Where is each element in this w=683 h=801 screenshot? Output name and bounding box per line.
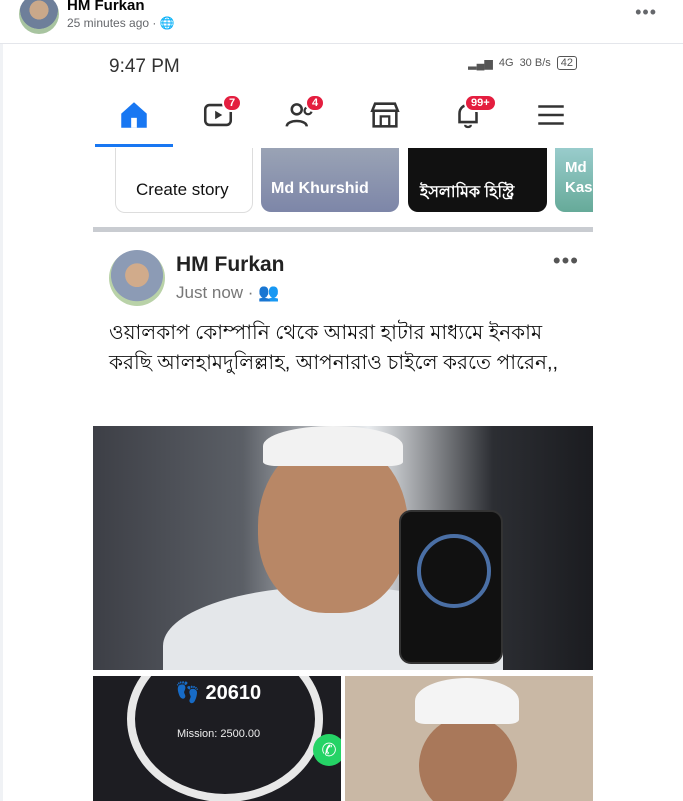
nav-menu[interactable]: [521, 90, 581, 140]
nav-friends[interactable]: 4: [271, 90, 331, 140]
post-text: ওয়ালকাপ কোম্পানি থেকে আমরা হাটার মাধ্যম…: [109, 322, 559, 374]
home-icon: [121, 102, 147, 128]
post-timestamp[interactable]: 25 minutes ago · 🌐: [67, 16, 175, 30]
story-card[interactable]: Md Kas: [555, 148, 593, 212]
post-time: Just now ·: [176, 283, 254, 302]
photo-phone: [399, 510, 503, 664]
active-tab-indicator: [95, 144, 173, 147]
fb-navbar: 7 4 99+: [93, 90, 593, 146]
photo-face: [419, 716, 517, 801]
network-label: 4G: [498, 57, 514, 69]
author-avatar[interactable]: [19, 0, 59, 34]
stories-row: Create story Md Khurshid ইসলামিক হিস্ট্র…: [93, 148, 593, 222]
hamburger-menu-icon: [538, 105, 564, 125]
step-count: 👣 20610: [175, 682, 262, 704]
post-author-name[interactable]: HM Furkan: [176, 253, 285, 277]
story-name: ইসলামিক হিস্ট্রি: [420, 184, 515, 201]
photo-cap: [415, 678, 519, 724]
author-name[interactable]: HM Furkan: [67, 0, 145, 14]
post-author-avatar[interactable]: [109, 250, 165, 306]
post-screenshot-image[interactable]: 9:47 PM ▂▄▆ 4G 30 B/s 42 7 4 99+ Create …: [93, 44, 593, 801]
nav-video[interactable]: 7: [188, 90, 248, 140]
mission-label: Mission: 2500.00: [177, 728, 261, 740]
story-name: Md Khurshid: [271, 180, 369, 197]
status-time: 9:47 PM: [109, 56, 180, 77]
outer-post-header: HM Furkan 25 minutes ago · 🌐 •••: [0, 0, 683, 44]
friends-audience-icon: 👥: [258, 283, 280, 302]
post-more-icon[interactable]: •••: [553, 248, 579, 274]
story-card[interactable]: Md Khurshid: [261, 148, 399, 212]
feed-separator: [93, 227, 593, 232]
photo-cap: [263, 426, 403, 466]
step-count-value: 20610: [205, 682, 262, 704]
create-story-label: Create story: [136, 180, 229, 199]
story-card[interactable]: ইসলামিক হিস্ট্রি: [408, 148, 547, 212]
phone-step-ring: [417, 534, 491, 608]
friends-badge: 4: [305, 94, 326, 112]
more-options-icon[interactable]: •••: [635, 2, 657, 23]
signal-icon: ▂▄▆: [468, 57, 493, 70]
story-name: Md Kas: [565, 159, 593, 196]
phone-status-bar: 9:47 PM ▂▄▆ 4G 30 B/s 42: [93, 44, 593, 88]
video-badge: 7: [222, 94, 243, 112]
battery-icon: 42: [556, 56, 577, 70]
nav-home[interactable]: [104, 90, 164, 140]
whatsapp-icon: ✆: [313, 734, 341, 766]
post-photo-main[interactable]: [93, 426, 593, 670]
post-meta: Just now · 👥: [176, 283, 279, 303]
status-icons: ▂▄▆ 4G 30 B/s 42: [468, 56, 577, 70]
marketplace-icon: [370, 102, 400, 128]
nav-notifications[interactable]: 99+: [438, 90, 498, 140]
left-edge: [0, 44, 3, 801]
create-story-card[interactable]: Create story: [115, 148, 253, 213]
post-photo-portrait[interactable]: [345, 676, 593, 801]
post-photo-steps[interactable]: 👣 20610 Mission: 2500.00 ✆: [93, 676, 341, 801]
notifications-badge: 99+: [464, 94, 497, 112]
speed-label: 30 B/s: [519, 57, 551, 69]
nav-marketplace[interactable]: [355, 90, 415, 140]
